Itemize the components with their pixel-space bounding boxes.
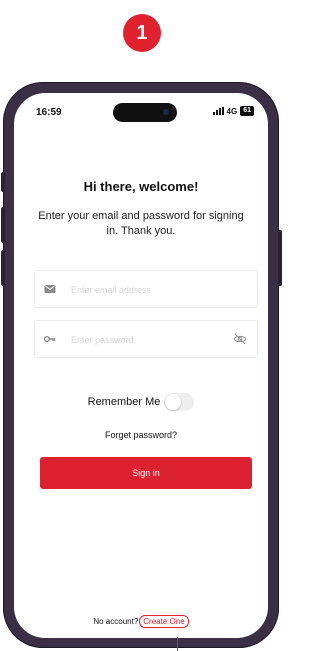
battery-icon: 61 — [240, 106, 254, 116]
welcome-subtitle: Enter your email and password for signin… — [38, 210, 244, 237]
mail-icon — [44, 285, 56, 293]
power-button — [278, 230, 282, 286]
dynamic-island — [113, 103, 177, 122]
network-type: 4G — [226, 106, 238, 116]
silent-switch — [1, 172, 5, 192]
eye-off-icon[interactable] — [233, 332, 247, 346]
step-number-badge: 1 — [123, 14, 161, 52]
phone-screen: 16:59 4G 61 Hi there, welcome! Enter you… — [14, 93, 268, 638]
welcome-title: Hi there, welcome! — [83, 179, 199, 194]
status-time: 16:59 — [36, 107, 62, 118]
key-icon — [44, 336, 56, 342]
signup-prompt: No account? Create One — [14, 615, 268, 628]
status-indicators: 4G 61 — [212, 106, 254, 116]
volume-up-button — [1, 207, 5, 243]
toggle-knob — [165, 394, 182, 410]
signal-icon — [212, 107, 224, 115]
sign-in-button[interactable]: Sign in — [40, 457, 252, 489]
remember-me-row: Remember Me — [14, 393, 268, 411]
password-input[interactable] — [69, 329, 223, 351]
forgot-password-link[interactable]: Forget password? — [14, 430, 268, 440]
remember-me-toggle[interactable] — [164, 393, 195, 411]
volume-down-button — [1, 250, 5, 286]
camera-icon — [163, 109, 169, 115]
no-account-label: No account? — [93, 617, 139, 626]
create-account-link[interactable]: Create One — [139, 615, 189, 628]
email-field[interactable] — [34, 270, 258, 308]
callout-pointer-line — [177, 637, 178, 651]
password-field[interactable] — [34, 320, 258, 358]
email-input[interactable] — [69, 279, 223, 301]
remember-me-label: Remember Me — [87, 396, 161, 408]
